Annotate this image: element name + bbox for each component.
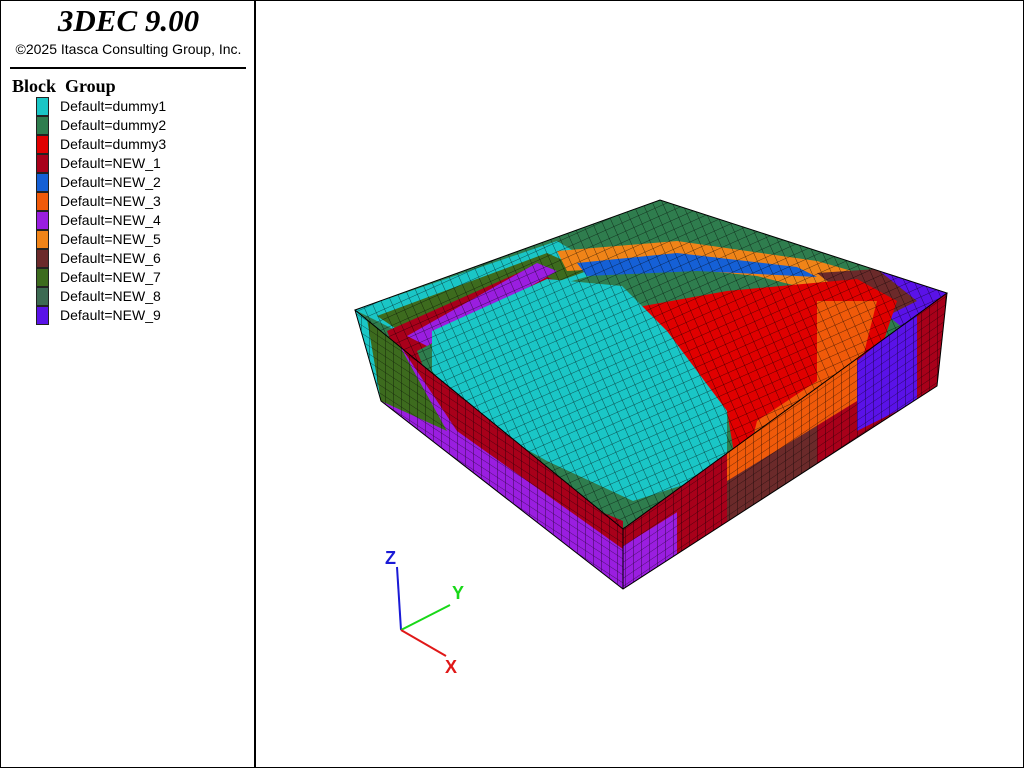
block-model-render: Z Y X xyxy=(354,199,949,677)
model-viewport[interactable]: Z Y X xyxy=(257,1,1022,767)
y-axis-line xyxy=(400,604,451,631)
legend-label: Default=dummy3 xyxy=(60,136,167,152)
legend-label: Default=NEW_7 xyxy=(60,269,161,285)
z-axis-label: Z xyxy=(385,548,396,568)
legend-panel: 3DEC 9.00 ©2025 Itasca Consulting Group,… xyxy=(1,1,256,767)
legend-label: Default=dummy1 xyxy=(60,98,167,114)
legend-swatch xyxy=(36,230,49,249)
axis-triad: Z Y X xyxy=(385,548,464,677)
legend-label: Default=NEW_2 xyxy=(60,174,161,190)
app-title: 3DEC 9.00 xyxy=(57,3,200,38)
legend-swatch xyxy=(36,173,49,192)
legend-title: Block Group xyxy=(12,76,116,96)
legend-swatch xyxy=(36,97,49,116)
legend-swatch xyxy=(36,154,49,173)
legend-swatch xyxy=(36,135,49,154)
legend-swatch xyxy=(36,268,49,287)
legend-label: Default=NEW_1 xyxy=(60,155,161,171)
legend-label: Default=NEW_8 xyxy=(60,288,161,304)
x-axis-label: X xyxy=(445,657,457,677)
legend-swatch xyxy=(36,249,49,268)
copyright-text: ©2025 Itasca Consulting Group, Inc. xyxy=(15,41,242,57)
legend-label: Default=NEW_5 xyxy=(60,231,161,247)
z-axis-line xyxy=(396,566,402,631)
legend-swatch xyxy=(36,192,49,211)
legend-label: Default=NEW_9 xyxy=(60,307,161,323)
legend-swatch xyxy=(36,306,49,325)
legend-swatch xyxy=(36,287,49,306)
legend-label: Default=NEW_3 xyxy=(60,193,161,209)
legend-label: Default=dummy2 xyxy=(60,117,167,133)
y-axis-label: Y xyxy=(452,583,464,603)
x-axis-line xyxy=(400,629,447,657)
legend-swatch xyxy=(36,116,49,135)
legend-divider xyxy=(10,67,246,69)
legend-label: Default=NEW_6 xyxy=(60,250,161,266)
legend-label: Default=NEW_4 xyxy=(60,212,161,228)
legend-swatch xyxy=(36,211,49,230)
